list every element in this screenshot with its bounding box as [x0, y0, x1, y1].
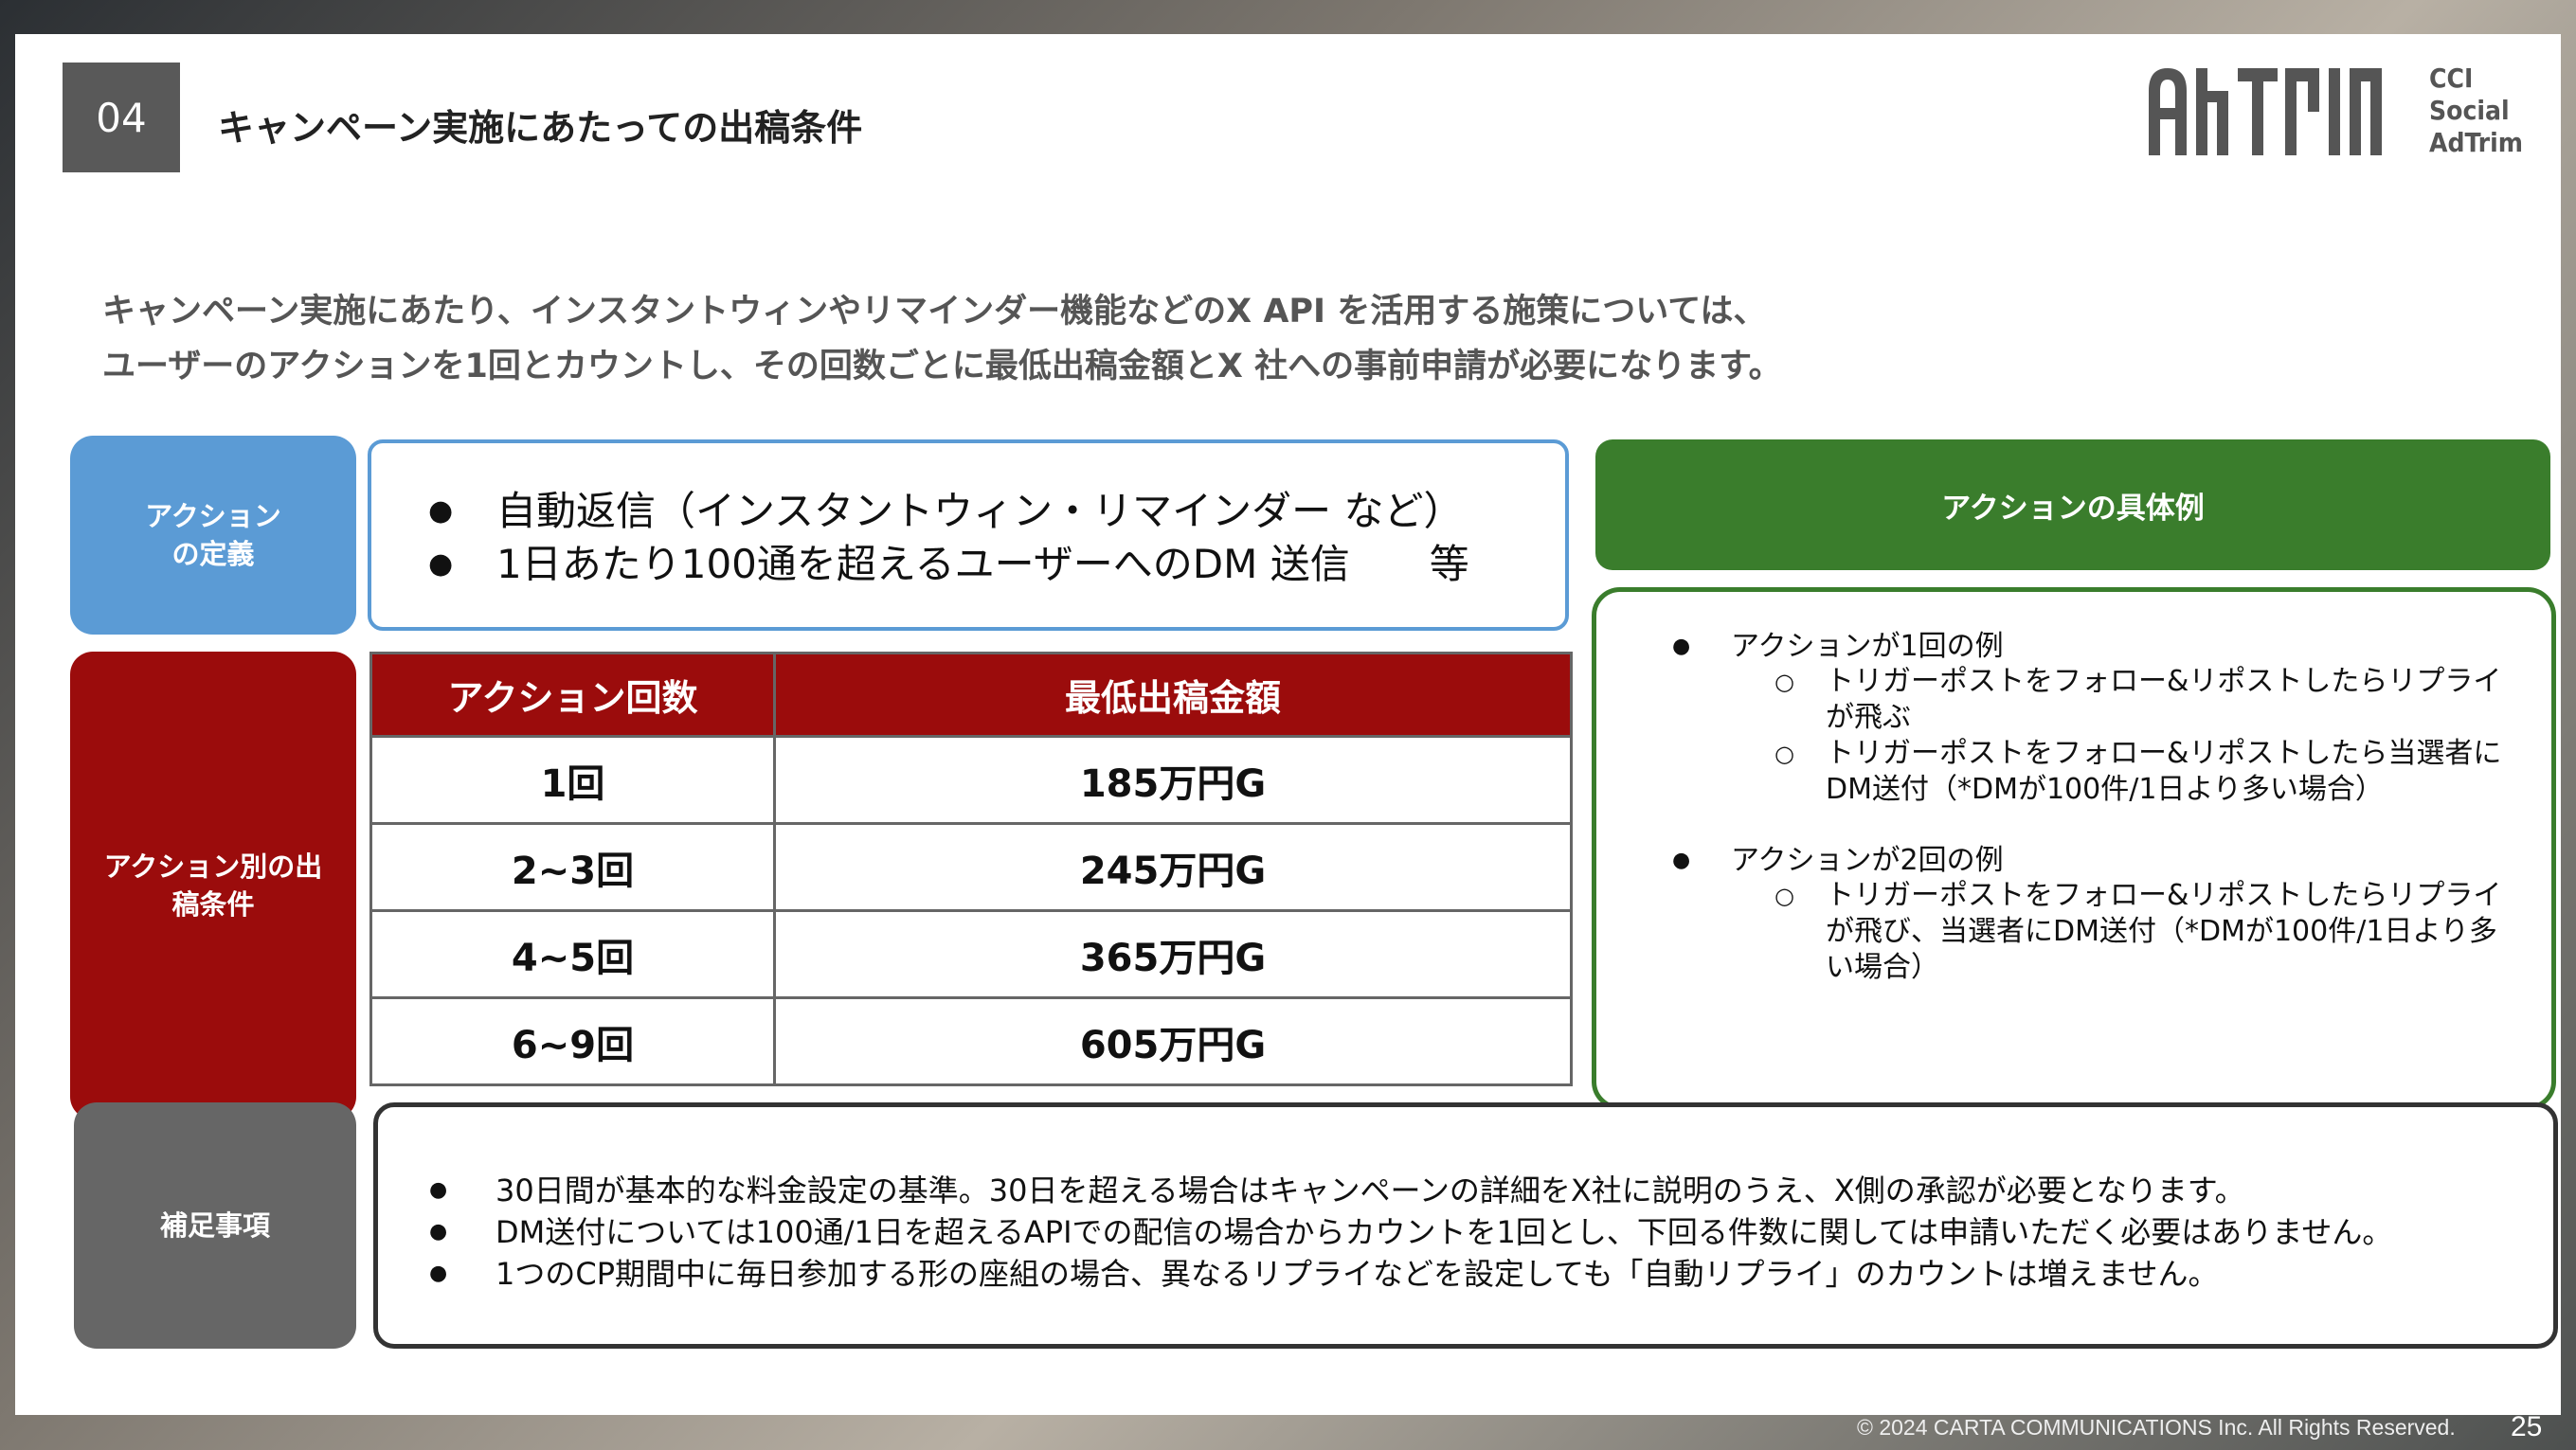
notes-box: 30日間が基本的な料金設定の基準。30日を超える場合はキャンペーンの詳細をX社に…: [373, 1102, 2558, 1349]
table-header-row: アクション回数 最低出稿金額: [369, 652, 1573, 738]
copyright: © 2024 CARTA COMMUNICATIONS Inc. All Rig…: [1857, 1415, 2456, 1440]
amount-cell: 365万円G: [773, 909, 1573, 999]
examples-header: アクションの具体例: [1595, 439, 2550, 570]
example-group-title: アクションが2回の例: [1672, 844, 2551, 878]
definition-box: 自動返信（インスタントウィン・リマインダー など） 1日あたり100通を超えるユ…: [368, 439, 1569, 631]
page-title: キャンペーン実施にあたっての出稿条件: [218, 107, 863, 149]
column-header-amount: 最低出稿金額: [773, 652, 1573, 738]
example-group-title: アクションが1回の例: [1672, 630, 2551, 664]
table-row: 6~9回 605万円G: [369, 996, 1573, 1086]
table-row: 2~3回 245万円G: [369, 822, 1573, 912]
example-item: トリガーポストをフォロー&リポストしたらリプライが飛ぶ: [1672, 664, 2551, 736]
section-number: 04: [63, 63, 180, 172]
action-count-cell: 2~3回: [369, 822, 776, 912]
logo-wordmark: CCI Social AdTrim: [2429, 63, 2523, 158]
example-item: トリガーポストをフォロー&リポストしたらリプライが飛び、当選者にDM送付（*DM…: [1672, 878, 2551, 986]
action-count-cell: 6~9回: [369, 996, 776, 1086]
intro-text: キャンペーン実施にあたり、インスタントウィンやリマインダー機能などのX API …: [102, 293, 1782, 385]
slide: 04 キャンペーン実施にあたっての出稿条件 CCI Social AdTrim …: [15, 34, 2561, 1415]
note-item: 30日間が基本的な料金設定の基準。30日を超える場合はキャンペーンの詳細をX社に…: [429, 1170, 2553, 1211]
amount-cell: 185万円G: [773, 735, 1573, 825]
conditions-label: アクション別の出 稿条件: [70, 652, 356, 1119]
note-item: DM送付については100通/1日を超えるAPIでの配信の場合からカウントを1回と…: [429, 1211, 2553, 1253]
action-count-cell: 1回: [369, 735, 776, 825]
amount-cell: 245万円G: [773, 822, 1573, 912]
amount-cell: 605万円G: [773, 996, 1573, 1086]
table-row: 4~5回 365万円G: [369, 909, 1573, 999]
definition-label: アクション の定義: [70, 436, 356, 635]
table-row: 1回 185万円G: [369, 735, 1573, 825]
definition-item: 1日あたり100通を超えるユーザーへのDM 送信 等: [428, 538, 1565, 591]
action-count-cell: 4~5回: [369, 909, 776, 999]
definition-item: 自動返信（インスタントウィン・リマインダー など）: [428, 485, 1565, 538]
example-item: トリガーポストをフォロー&リポストしたら当選者にDM送付（*DMが100件/1日…: [1672, 736, 2551, 808]
column-header-count: アクション回数: [369, 652, 776, 738]
page-number: 25: [2511, 1411, 2543, 1442]
conditions-table: アクション回数 最低出稿金額 1回 185万円G 2~3回 245万円G 4~5…: [369, 652, 1573, 1086]
note-item: 1つのCP期間中に毎日参加する形の座組の場合、異なるリプライなどを設定しても「自…: [429, 1253, 2553, 1295]
examples-box: アクションが1回の例 トリガーポストをフォロー&リポストしたらリプライが飛ぶ ト…: [1592, 587, 2556, 1110]
notes-label: 補足事項: [74, 1102, 356, 1349]
